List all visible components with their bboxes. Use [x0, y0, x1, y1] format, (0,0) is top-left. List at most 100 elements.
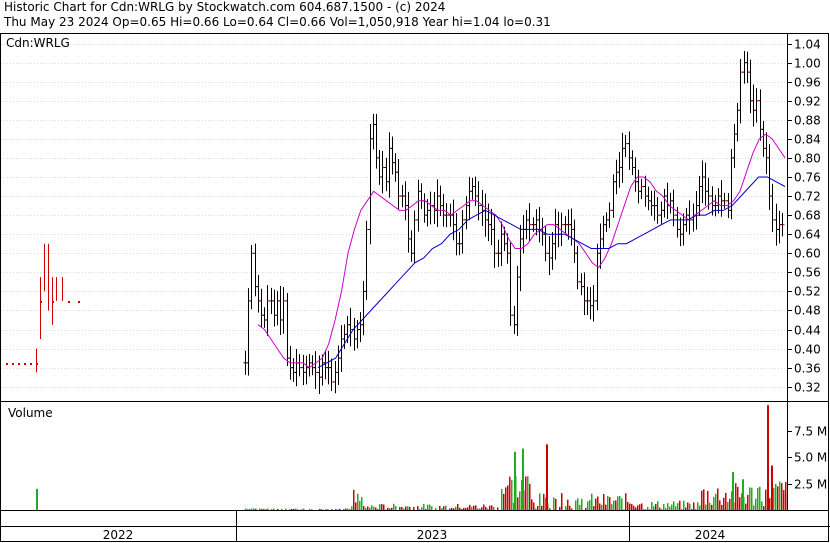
price-tick-label: 0.60: [794, 247, 821, 261]
volume-bar: [607, 495, 609, 510]
volume-bar: [571, 508, 573, 510]
volume-bar: [543, 493, 545, 510]
volume-bar: [327, 509, 329, 510]
volume-bar: [319, 508, 321, 510]
volume-bar: [719, 500, 721, 510]
volume-bar: [379, 504, 381, 510]
volume-bar: [249, 508, 251, 510]
volume-bar: [247, 509, 249, 510]
volume-bar: [773, 487, 775, 510]
volume-bar: [649, 509, 651, 510]
volume-bar: [537, 505, 539, 510]
volume-bar: [757, 487, 759, 510]
volume-bar: [443, 506, 445, 510]
volume-bar: [697, 502, 699, 510]
volume-bar: [261, 508, 263, 510]
volume-bar: [742, 479, 744, 510]
volume-bar: [641, 503, 643, 510]
volume-bar: [639, 504, 641, 510]
volume-bar: [405, 506, 407, 510]
volume-bar: [619, 495, 621, 510]
volume-bar: [417, 506, 419, 510]
volume-bar: [767, 405, 769, 510]
volume-bars: [36, 405, 787, 510]
volume-bar: [653, 506, 655, 510]
volume-bar: [525, 476, 527, 510]
price-tick-label: 0.36: [794, 362, 821, 376]
volume-bar: [601, 504, 603, 510]
volume-bar: [259, 508, 261, 510]
volume-bar: [383, 504, 385, 510]
volume-bar: [487, 508, 489, 510]
volume-bar: [565, 506, 567, 510]
volume-bar: [689, 503, 691, 510]
volume-bar: [435, 508, 437, 510]
volume-bar: [579, 504, 581, 510]
volume-bar: [309, 509, 311, 510]
volume-bar: [465, 507, 467, 510]
volume-bar: [593, 506, 595, 510]
volume-bar: [627, 502, 629, 510]
volume-bar: [659, 507, 661, 510]
volume-bar: [732, 471, 734, 510]
volume-bar: [453, 508, 455, 510]
volume-bar: [569, 505, 571, 510]
year-label: 2022: [103, 528, 134, 542]
volume-bar: [399, 507, 401, 510]
volume-bar: [427, 504, 429, 510]
volume-bar: [461, 509, 463, 510]
volume-tick-label: 2.5 M: [794, 478, 827, 492]
price-dot: [6, 363, 8, 365]
volume-bar: [519, 491, 521, 510]
volume-axis: 7.5 M 5.0 M 2.5 M: [787, 425, 827, 492]
volume-bar: [529, 483, 531, 510]
volume-bar: [375, 507, 377, 510]
volume-bar: [321, 509, 323, 510]
price-tick-label: 1.04: [794, 38, 821, 52]
volume-bar: [715, 493, 717, 510]
price-tick-label: 0.32: [794, 381, 821, 395]
volume-bar: [449, 508, 451, 510]
volume-bar: [589, 500, 591, 510]
volume-bar: [683, 500, 685, 510]
volume-bar: [455, 506, 457, 510]
volume-bar: [707, 490, 709, 510]
volume-bar: [546, 444, 548, 510]
volume-bar: [369, 507, 371, 510]
volume-bar: [445, 505, 447, 510]
volume-bar: [365, 507, 367, 510]
volume-bar: [359, 500, 361, 510]
price-grid: [1, 44, 787, 388]
volume-bar: [723, 497, 725, 510]
volume-bar: [531, 499, 533, 510]
volume-bar: [737, 486, 739, 510]
volume-bar: [353, 489, 355, 510]
volume-bar: [665, 508, 667, 510]
volume-bar: [285, 508, 287, 510]
volume-bar: [679, 500, 681, 510]
price-tick-label: 0.76: [794, 171, 821, 185]
volume-bar: [727, 502, 729, 510]
volume-bar: [505, 487, 507, 510]
volume-label: Volume: [8, 406, 53, 420]
volume-bar: [485, 506, 487, 510]
volume-bar: [613, 500, 615, 510]
volume-bar: [381, 504, 383, 510]
volume-bar: [497, 507, 499, 510]
volume-bar: [357, 493, 359, 510]
volume-bar: [739, 497, 741, 510]
volume-bar: [517, 497, 519, 510]
volume-bar: [255, 508, 257, 510]
volume-bar: [273, 508, 275, 510]
volume-bar: [693, 502, 695, 510]
volume-bar: [781, 483, 783, 510]
volume-bar: [685, 507, 687, 510]
volume-bar: [729, 498, 731, 510]
volume-bar: [577, 498, 579, 510]
volume-bar: [349, 509, 351, 510]
price-dot: [24, 363, 26, 365]
volume-bar: [753, 505, 755, 510]
volume-bar: [403, 508, 405, 510]
volume-bar: [535, 508, 537, 510]
volume-bar: [701, 490, 703, 510]
